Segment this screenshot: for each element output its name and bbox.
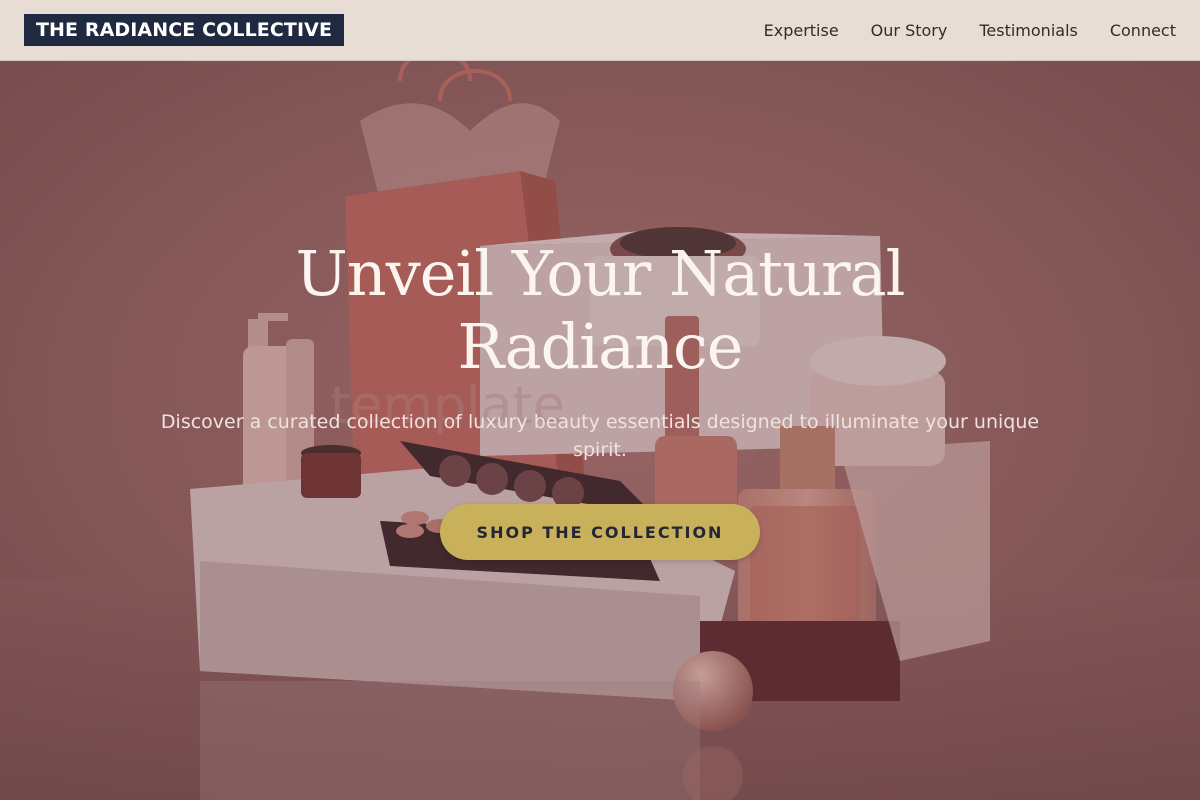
landing-page: THE RADIANCE COLLECTIVE Expertise Our St… — [0, 0, 1200, 800]
hero-title: Unveil Your Natural Radiance — [295, 237, 906, 383]
hero-section: template Unveil Your Natural Radiance Di… — [0, 61, 1200, 800]
shop-collection-button[interactable]: SHOP THE COLLECTION — [440, 504, 760, 560]
nav-link-our-story[interactable]: Our Story — [871, 21, 948, 40]
nav-link-expertise[interactable]: Expertise — [764, 21, 839, 40]
nav-link-connect[interactable]: Connect — [1110, 21, 1176, 40]
site-header: THE RADIANCE COLLECTIVE Expertise Our St… — [0, 0, 1200, 61]
nav-link-testimonials[interactable]: Testimonials — [979, 21, 1078, 40]
main-nav: Expertise Our Story Testimonials Connect — [764, 0, 1176, 60]
brand-logo[interactable]: THE RADIANCE COLLECTIVE — [24, 14, 345, 46]
hero-subtitle: Discover a curated collection of luxury … — [160, 411, 1040, 461]
hero-content: Unveil Your Natural Radiance Discover a … — [0, 61, 1200, 800]
